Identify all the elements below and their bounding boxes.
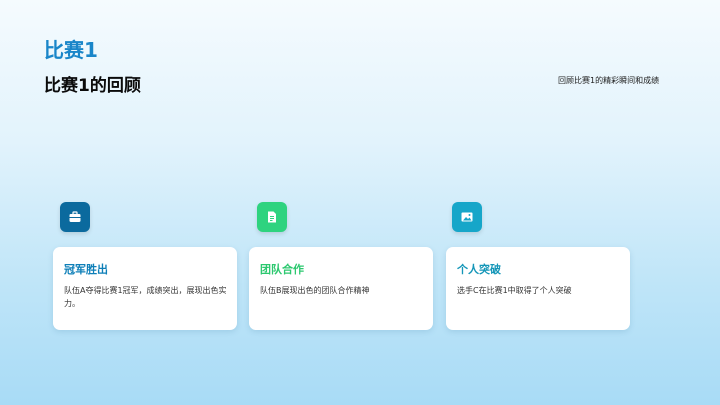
briefcase-icon [60,202,90,232]
card-title: 团队合作 [260,263,304,276]
slide-heading: 比赛1的回顾 [44,76,141,96]
card-title: 个人突破 [457,263,501,276]
card-personal-breakthrough: 个人突破 选手C在比赛1中取得了个人突破 [446,247,630,330]
card-title: 冠军胜出 [64,263,108,276]
document-icon [257,202,287,232]
card-teamwork: 团队合作 队伍B展现出色的团队合作精神 [249,247,433,330]
slide-subtitle: 回顾比赛1的精彩瞬间和成绩 [558,76,660,85]
card-champion: 冠军胜出 队伍A夺得比赛1冠军，成绩突出，展现出色实力。 [53,247,237,330]
slide-title: 比赛1 [44,38,98,62]
card-description: 队伍B展现出色的团队合作精神 [260,286,370,295]
image-icon [452,202,482,232]
card-description: 选手C在比赛1中取得了个人突破 [457,286,572,295]
card-description: 队伍A夺得比赛1冠军，成绩突出，展现出色实力。 [64,286,227,308]
